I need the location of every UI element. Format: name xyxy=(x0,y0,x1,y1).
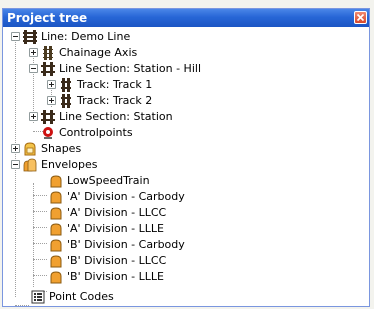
panel-title: Project tree xyxy=(7,11,88,25)
point-codes-icon xyxy=(31,290,45,304)
tree-item-label: Line Section: Station xyxy=(59,110,173,123)
envelopes-icon xyxy=(23,158,37,172)
envelope-icon xyxy=(50,175,62,188)
track-icon xyxy=(61,94,71,108)
envelope-icon xyxy=(50,239,62,252)
tree-item-shapes[interactable]: Shapes xyxy=(3,141,363,157)
tree-item-chainage-axis[interactable]: Chainage Axis xyxy=(3,45,363,61)
tree-item-label: Chainage Axis xyxy=(59,46,138,59)
expand-toggle[interactable] xyxy=(47,96,56,105)
tree-item-point-codes[interactable]: Point Codes xyxy=(3,289,363,305)
panel-titlebar: Project tree xyxy=(3,9,369,27)
collapse-toggle[interactable] xyxy=(11,160,20,169)
track-icon xyxy=(61,78,71,92)
tree-item-label: 'B' Division - Carbody xyxy=(67,238,185,251)
collapse-toggle[interactable] xyxy=(11,32,20,41)
tree-item-root[interactable]: Line: Demo Line xyxy=(3,29,363,45)
tree-item-label: LowSpeedTrain xyxy=(67,174,150,187)
tree-item-label: Track: Track 1 xyxy=(77,78,153,91)
tree-item-envelope[interactable]: 'A' Division - Carbody xyxy=(3,189,363,205)
tree-item-envelope[interactable]: 'A' Division - LLLE xyxy=(3,221,363,237)
tree-item-section-station[interactable]: Line Section: Station xyxy=(3,109,363,125)
tree-item-label: Line Section: Station - Hill xyxy=(59,62,202,75)
tree-item-label: 'B' Division - LLCC xyxy=(67,254,167,267)
tree-item-label: Envelopes xyxy=(41,158,98,171)
collapse-toggle[interactable] xyxy=(29,64,38,73)
tree-line xyxy=(15,305,29,306)
tree-item-envelope[interactable]: 'B' Division - Carbody xyxy=(3,237,363,253)
tree-item-label: 'A' Division - LLCC xyxy=(67,206,167,219)
line-icon xyxy=(23,30,37,44)
tree-item-label: Controlpoints xyxy=(59,126,133,139)
envelope-icon xyxy=(50,223,62,236)
tree-view[interactable]: Line: Demo Line Chainage Axis Line Secti… xyxy=(3,27,369,306)
tree-item-controlpoints[interactable]: Controlpoints xyxy=(3,125,363,141)
tree-item-label: Shapes xyxy=(41,142,82,155)
close-icon xyxy=(356,13,365,22)
envelope-icon xyxy=(50,255,62,268)
shapes-icon xyxy=(24,142,36,156)
envelope-icon xyxy=(50,191,62,204)
expand-toggle[interactable] xyxy=(11,144,20,153)
tree-item-label: 'A' Division - Carbody xyxy=(67,190,185,203)
expand-toggle[interactable] xyxy=(29,112,38,121)
envelope-icon xyxy=(50,207,62,220)
expand-toggle[interactable] xyxy=(47,80,56,89)
tree-item-label: Track: Track 2 xyxy=(77,94,153,107)
line-section-icon xyxy=(41,110,55,124)
tree-item-envelope[interactable]: 'A' Division - LLCC xyxy=(3,205,363,221)
chainage-axis-icon xyxy=(43,46,53,60)
close-button[interactable] xyxy=(354,11,367,24)
tree-item-envelopes[interactable]: Envelopes xyxy=(3,157,363,173)
envelope-icon xyxy=(50,271,62,284)
tree-item-track2[interactable]: Track: Track 2 xyxy=(3,93,363,109)
tree-item-section-hill[interactable]: Line Section: Station - Hill xyxy=(3,61,363,77)
tree-item-envelope[interactable]: LowSpeedTrain xyxy=(3,173,363,189)
line-section-icon xyxy=(41,62,55,76)
tree-item-envelope[interactable]: 'B' Division - LLLE xyxy=(3,269,363,285)
controlpoints-icon xyxy=(43,127,53,139)
project-tree-panel: Project tree Line: Demo Line Chainage Ax… xyxy=(2,8,370,307)
tree-item-label: 'B' Division - LLLE xyxy=(67,270,164,283)
tree-item-label: Point Codes xyxy=(49,290,114,303)
tree-item-track1[interactable]: Track: Track 1 xyxy=(3,77,363,93)
tree-item-envelope[interactable]: 'B' Division - LLCC xyxy=(3,253,363,269)
tree-item-label: 'A' Division - LLLE xyxy=(67,222,164,235)
tree-item-label: Line: Demo Line xyxy=(41,30,131,43)
expand-toggle[interactable] xyxy=(29,48,38,57)
